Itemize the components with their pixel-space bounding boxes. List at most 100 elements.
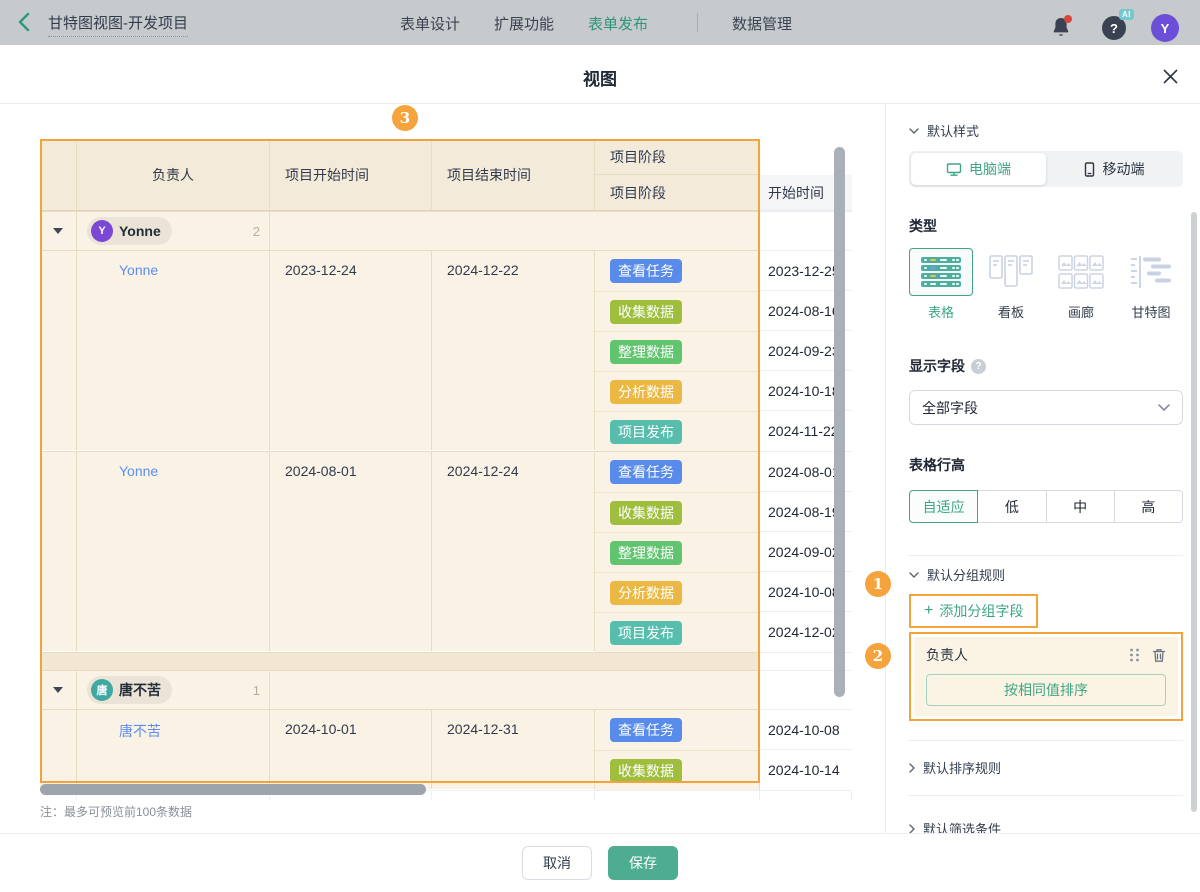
record-owner-cell: Yonne: [77, 451, 270, 651]
annotation-badge-3: 3: [392, 105, 418, 131]
record-end-cell: 2024-12-31: [432, 709, 595, 789]
header-stage-group[interactable]: 项目阶段 项目阶段: [595, 139, 760, 211]
add-group-field-button[interactable]: + 添加分组字段: [924, 601, 1023, 621]
horizontal-scrollbar-thumb[interactable]: [40, 784, 426, 795]
group-row: YYonne2: [40, 211, 852, 250]
record-expander-cell: [40, 250, 77, 450]
cancel-button[interactable]: 取消: [522, 846, 592, 880]
help-icon[interactable]: ? AI: [1102, 16, 1126, 40]
row-height-options: 自适应 低 中 高: [909, 490, 1183, 523]
section-default-filter[interactable]: 默认筛选条件: [909, 819, 1183, 833]
type-table[interactable]: 表格: [909, 248, 973, 321]
header-owner[interactable]: 负责人: [77, 139, 270, 211]
row-height-low[interactable]: 低: [977, 490, 1046, 523]
stage-date-cell: 2024-10-08: [760, 709, 852, 749]
tab-form-design[interactable]: 表单设计: [400, 13, 460, 34]
header-project-end[interactable]: 项目结束时间: [432, 139, 595, 211]
table-header-row: 负责人 项目开始时间 项目结束时间 项目阶段 项目阶段 开始时间: [40, 139, 852, 211]
kanban-view-icon: [979, 248, 1043, 296]
preview-table: 负责人 项目开始时间 项目结束时间 项目阶段 项目阶段 开始时间 YYonne2…: [40, 139, 852, 800]
chevron-down-icon: [1158, 404, 1170, 411]
stage-tag[interactable]: 收集数据: [610, 501, 682, 525]
stage-tag[interactable]: 项目发布: [610, 420, 682, 444]
group-separator-cream: [40, 652, 760, 670]
form-title[interactable]: 甘特图视图-开发项目: [48, 12, 188, 37]
stage-tag[interactable]: 收集数据: [610, 759, 682, 783]
tab-form-publish[interactable]: 表单发布: [588, 13, 648, 34]
segment-desktop[interactable]: 电脑端: [911, 153, 1046, 185]
segment-mobile-label: 移动端: [1103, 159, 1145, 179]
record-owner-link[interactable]: Yonne: [119, 463, 158, 479]
tab-extensions[interactable]: 扩展功能: [494, 13, 554, 34]
save-button[interactable]: 保存: [608, 846, 678, 880]
stage-tag[interactable]: 分析数据: [610, 581, 682, 605]
table-record-row: 唐不苦2024-10-012024-12-31查看任务收集数据2024-10-0…: [40, 709, 852, 790]
collapse-triangle-icon[interactable]: [53, 687, 63, 693]
header-project-start[interactable]: 项目开始时间: [270, 139, 432, 211]
stage-tag[interactable]: 查看任务: [610, 259, 682, 283]
sort-same-value-button[interactable]: 按相同值排序: [926, 674, 1166, 706]
type-gallery[interactable]: 画廊: [1049, 248, 1113, 321]
vertical-scrollbar-thumb[interactable]: [834, 147, 845, 697]
header-stage-group-title: 项目阶段: [595, 139, 759, 175]
row-height-auto[interactable]: 自适应: [909, 490, 978, 523]
type-gallery-label: 画廊: [1049, 302, 1113, 321]
row-height-medium[interactable]: 中: [1046, 490, 1115, 523]
annotation-box-add-group: + 添加分组字段: [909, 594, 1038, 628]
record-owner-link[interactable]: 唐不苦: [119, 723, 161, 739]
section-default-style[interactable]: 默认样式: [909, 121, 1183, 140]
group-expander-cell: [40, 670, 77, 709]
divider: [909, 555, 1183, 556]
group-count: 1: [253, 683, 260, 698]
stage-tag[interactable]: 项目发布: [610, 621, 682, 645]
tab-data-management[interactable]: 数据管理: [732, 13, 792, 34]
record-owner-link[interactable]: Yonne: [119, 262, 158, 278]
mobile-icon: [1083, 162, 1096, 177]
chevron-down-icon: [909, 572, 919, 578]
filler-cell: [432, 790, 595, 800]
record-start-cell: 2023-12-24: [270, 250, 432, 450]
stage-tag[interactable]: 查看任务: [610, 718, 682, 742]
type-table-label: 表格: [909, 302, 973, 321]
record-expander-cell: [40, 709, 77, 789]
stage-tag[interactable]: 分析数据: [610, 380, 682, 404]
trash-icon[interactable]: [1152, 648, 1166, 663]
drag-handle-icon[interactable]: [1129, 648, 1140, 662]
help-circle-icon[interactable]: ?: [971, 359, 986, 374]
type-kanban[interactable]: 看板: [979, 248, 1043, 321]
user-avatar[interactable]: Y: [1151, 14, 1179, 42]
section-default-sorting[interactable]: 默认排序规则: [909, 758, 1183, 777]
section-default-grouping[interactable]: 默认分组规则: [909, 565, 1183, 584]
notification-bell-icon[interactable]: [1049, 15, 1073, 39]
sidebar-scrollbar-thumb[interactable]: [1191, 212, 1197, 812]
stage-tag[interactable]: 查看任务: [610, 460, 682, 484]
group-field-card: 负责人 按相同值排序: [914, 637, 1178, 716]
stage-tag[interactable]: 收集数据: [610, 300, 682, 324]
back-chevron-icon[interactable]: [14, 11, 36, 33]
tab-divider: [697, 13, 698, 32]
group-chip[interactable]: 唐唐不苦: [87, 676, 172, 704]
close-icon[interactable]: [1158, 64, 1182, 88]
record-stage-column: 查看任务收集数据整理数据分析数据项目发布: [595, 250, 760, 451]
section-default-filter-label: 默认筛选条件: [923, 819, 1001, 833]
type-gantt[interactable]: 甘特图: [1119, 248, 1183, 321]
gallery-view-icon: [1049, 248, 1113, 296]
row-height-high[interactable]: 高: [1114, 490, 1183, 523]
display-field-select[interactable]: 全部字段: [909, 390, 1183, 425]
segment-mobile[interactable]: 移动端: [1046, 153, 1181, 185]
stage-row: 分析数据: [595, 572, 759, 612]
record-expander-cell: [40, 451, 77, 651]
view-type-options: 表格 看板: [909, 248, 1183, 321]
group-avatar: Y: [91, 220, 113, 242]
group-chip[interactable]: YYonne: [87, 217, 172, 245]
collapse-triangle-icon[interactable]: [53, 228, 63, 234]
stage-row: 收集数据: [595, 291, 759, 331]
modal-header: 视图: [0, 45, 1200, 104]
stage-row: 项目发布: [595, 612, 759, 652]
stage-tag[interactable]: 整理数据: [610, 541, 682, 565]
table-record-row: Yonne2023-12-242024-12-22查看任务收集数据整理数据分析数…: [40, 250, 852, 451]
stage-tag[interactable]: 整理数据: [610, 340, 682, 364]
modal-title: 视图: [0, 65, 1200, 90]
record-stage-date-column: 2024-10-082024-10-14: [760, 709, 852, 790]
group-owner-cell: 唐唐不苦 1: [77, 670, 270, 709]
